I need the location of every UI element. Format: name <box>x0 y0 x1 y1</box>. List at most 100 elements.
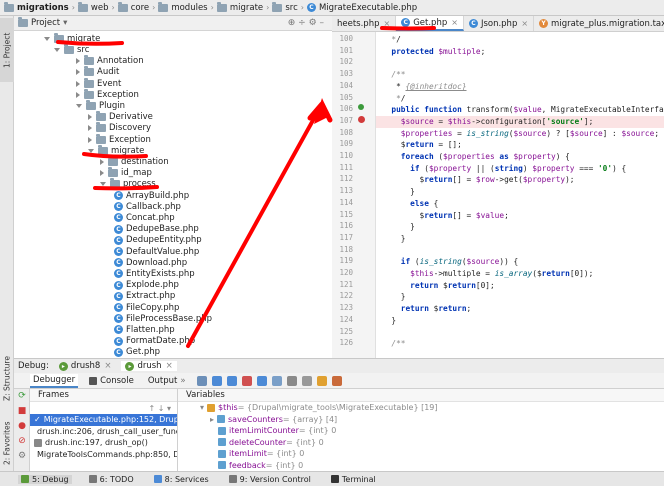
tree-folder[interactable]: Exception <box>76 88 139 101</box>
collapse-icon[interactable]: ▾ <box>200 403 204 412</box>
tab-heets[interactable]: heets.php × <box>332 16 397 31</box>
code-line[interactable]: $return[] = $row->get($property); <box>376 174 664 186</box>
tree-file[interactable]: C Concat.php <box>114 212 175 224</box>
expanded-arrow-icon[interactable] <box>76 103 82 108</box>
tree-file[interactable]: C FormatDate.php <box>114 335 195 347</box>
todo-tool-button[interactable]: 6: TODO <box>86 475 137 484</box>
tree-file[interactable]: C Extract.php <box>114 291 175 303</box>
project-tool-tab[interactable]: 1: Project <box>0 18 14 82</box>
code-line[interactable] <box>376 245 664 257</box>
breadcrumb-item[interactable]: migrate <box>216 1 263 13</box>
watch-icon[interactable] <box>316 375 327 386</box>
tree-folder[interactable]: src <box>54 43 89 56</box>
code-line[interactable]: } <box>376 315 664 327</box>
collapsed-arrow-icon[interactable] <box>76 69 80 76</box>
variable-row[interactable]: ▸ saveCounters = {array} [4] <box>178 414 664 426</box>
tree-folder[interactable]: Audit <box>76 66 119 79</box>
collapsed-arrow-icon[interactable] <box>76 91 80 98</box>
close-icon[interactable]: × <box>104 361 111 371</box>
settings-icon[interactable]: ⚙ <box>17 451 27 461</box>
tree-folder[interactable]: Derivative <box>88 111 153 123</box>
tree-folder[interactable]: migrate <box>88 144 144 157</box>
tree-file[interactable]: C DedupeBase.php <box>114 223 199 235</box>
breakpoint-icon[interactable] <box>358 116 365 123</box>
expanded-arrow-icon[interactable] <box>44 36 50 41</box>
code-editor[interactable]: */ protected $multiple; /** * {@inheritd… <box>376 32 664 358</box>
frame-row[interactable]: ✓ MigrateExecutable.php:152, Drupal <box>30 414 177 426</box>
expanded-arrow-icon[interactable] <box>100 182 106 187</box>
tree-folder[interactable]: migrate <box>44 32 100 45</box>
code-line[interactable]: foreach ($properties as $property) { <box>376 151 664 163</box>
close-icon[interactable]: × <box>384 19 391 28</box>
tab-get[interactable]: C Get.php × <box>396 16 464 31</box>
debug-session-tab[interactable]: ▸ drush8 × <box>58 361 111 371</box>
code-line[interactable] <box>376 327 664 339</box>
tree-file[interactable]: C FileCopy.php <box>114 302 179 314</box>
favorites-tool-tab[interactable]: 2: Favorites <box>0 416 14 470</box>
evaluate-expression-icon[interactable] <box>286 375 297 386</box>
tree-file[interactable]: C ArrayBuild.php <box>114 190 189 202</box>
code-line[interactable]: $this->multiple = is_array($return[0]); <box>376 268 664 280</box>
breadcrumb-item[interactable]: C MigrateExecutable.php <box>306 3 417 13</box>
overflow-icon[interactable]: » <box>180 376 185 386</box>
variable-row[interactable]: feedback = {int} 0 <box>178 460 664 472</box>
tree-folder[interactable]: Annotation <box>76 55 144 67</box>
debug-session-tab-active[interactable]: ▸ drush × <box>121 361 177 371</box>
collapsed-arrow-icon[interactable] <box>76 80 80 87</box>
close-icon[interactable]: × <box>521 19 528 28</box>
code-line[interactable]: } <box>376 186 664 198</box>
tab-migration-yml[interactable]: Ymigrate_plus.migration.taxonomy_ <box>534 16 664 31</box>
code-line[interactable]: $return[] = $value; <box>376 210 664 222</box>
tab-json[interactable]: C Json.php × <box>464 16 535 31</box>
tree-folder[interactable]: Exception <box>88 133 151 146</box>
mute-breakpoints-icon[interactable]: ⊘ <box>17 436 27 446</box>
tree-folder[interactable]: destination <box>100 155 169 168</box>
frame-row[interactable]: drush.inc:206, drush_call_user_func <box>30 426 177 438</box>
collapsed-arrow-icon[interactable] <box>88 136 92 143</box>
tree-file[interactable]: C Get.php <box>114 347 160 358</box>
view-breakpoints-icon[interactable]: ● <box>17 421 27 431</box>
tree-file[interactable]: C Callback.php <box>114 201 181 213</box>
tree-file[interactable]: C FileProcessBase.php <box>114 313 212 325</box>
tree-folder[interactable]: Discovery <box>88 122 151 135</box>
tree-file[interactable]: C Explode.php <box>114 279 179 291</box>
code-line[interactable]: */ <box>376 34 664 46</box>
debug-tool-button[interactable]: 5: Debug <box>18 474 72 484</box>
project-title[interactable]: Project <box>31 18 60 28</box>
code-line[interactable]: /** <box>376 338 664 350</box>
variable-row[interactable]: deleteCounter = {int} 0 <box>178 437 664 449</box>
tree-folder[interactable]: id_map <box>100 167 152 179</box>
settings-icon[interactable] <box>331 375 342 386</box>
tree-folder[interactable]: Plugin <box>76 99 125 112</box>
structure-tool-tab[interactable]: Z: Structure <box>0 354 14 404</box>
project-dropdown-icon[interactable]: ▾ <box>63 18 67 28</box>
code-line[interactable]: protected $multiple; <box>376 46 664 58</box>
variable-row[interactable]: ▾ $this = {Drupal\migrate_tools\MigrateEx… <box>178 402 664 414</box>
code-line[interactable]: */ <box>376 93 664 105</box>
code-line[interactable]: } <box>376 221 664 233</box>
code-line[interactable]: public function transform($value, Migrat… <box>376 104 664 116</box>
stop-icon[interactable]: ■ <box>17 406 27 416</box>
implements-marker-icon[interactable] <box>358 104 364 110</box>
collapsed-arrow-icon[interactable] <box>100 170 104 177</box>
tree-folder[interactable]: process <box>100 178 156 191</box>
show-execution-point-icon[interactable] <box>196 375 207 386</box>
collapsed-arrow-icon[interactable] <box>100 158 104 165</box>
frame-row[interactable]: MigrateToolsCommands.php:850, D <box>30 449 177 461</box>
tree-folder[interactable]: Event <box>76 77 121 90</box>
force-step-into-icon[interactable] <box>241 375 252 386</box>
tree-file[interactable]: C EntityExists.php <box>114 268 195 280</box>
tree-file[interactable]: C Download.php <box>114 257 187 269</box>
code-line[interactable]: /** <box>376 69 664 81</box>
breadcrumb-item[interactable]: src <box>272 1 298 13</box>
run-to-cursor-icon[interactable] <box>271 375 282 386</box>
code-line[interactable]: } <box>376 233 664 245</box>
services-tool-button[interactable]: 8: Services <box>151 475 212 484</box>
tree-file[interactable]: C DefaultValue.php <box>114 246 199 258</box>
collapsed-arrow-icon[interactable] <box>88 114 92 121</box>
tree-file[interactable]: C DedupeEntity.php <box>114 235 202 247</box>
expanded-arrow-icon[interactable] <box>54 47 60 52</box>
tab-console[interactable]: Console <box>86 375 137 387</box>
code-line[interactable]: if ($property || (string) $property === … <box>376 163 664 175</box>
step-into-icon[interactable] <box>226 375 237 386</box>
